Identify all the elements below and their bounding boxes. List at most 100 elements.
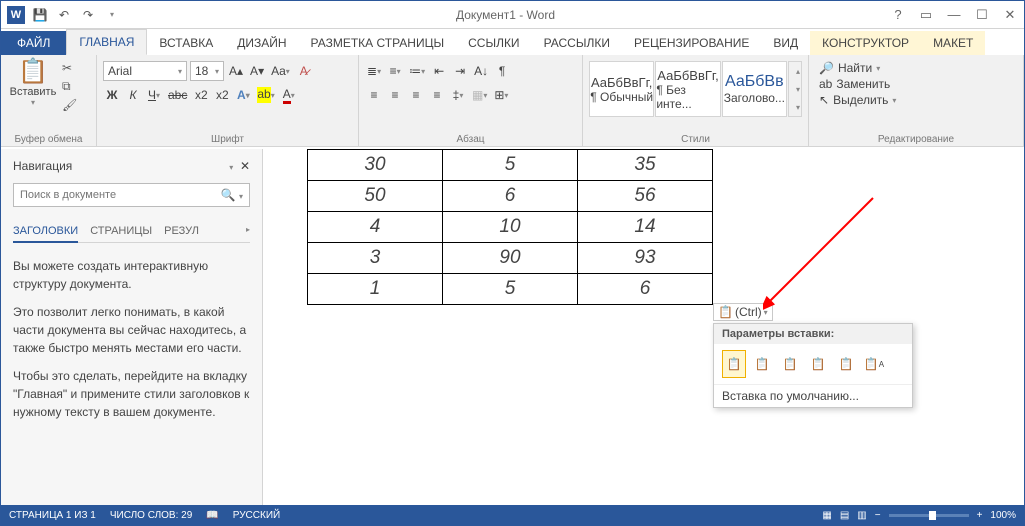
group-font: Arial▾ 18▾ A▴ A▾ Aa▾ A̷ Ж К Ч▾ abc x2 x2…	[97, 55, 359, 146]
find-button[interactable]: 🔎Найти▾	[819, 61, 1013, 75]
tab-constructor[interactable]: КОНСТРУКТОР	[810, 31, 921, 55]
document-area[interactable]: 30535 50656 41014 39093 156 📋 (Ctrl)▾ Па…	[263, 149, 1024, 505]
style-no-spacing[interactable]: АаБбВвГг,¶ Без инте...	[655, 61, 720, 117]
tab-design[interactable]: ДИЗАЙН	[225, 31, 298, 55]
shading-button[interactable]: ▦▾	[470, 85, 489, 105]
align-center-button[interactable]: ≡	[386, 85, 404, 105]
view-web-button[interactable]: ▥	[857, 510, 866, 521]
style-heading1[interactable]: АаБбВвЗаголово...	[722, 61, 787, 117]
tab-review[interactable]: РЕЦЕНЗИРОВАНИЕ	[622, 31, 761, 55]
copy-button[interactable]: ⧉	[62, 79, 77, 94]
nav-search[interactable]: 🔍 ▾	[13, 183, 250, 207]
nav-tabs-more[interactable]: ▸	[246, 225, 250, 234]
style-normal[interactable]: АаБбВвГг,¶ Обычный	[589, 61, 654, 117]
group-label: Абзац	[365, 133, 576, 146]
group-styles: АаБбВвГг,¶ Обычный АаБбВвГг,¶ Без инте..…	[583, 55, 809, 146]
app-icon[interactable]: W	[5, 4, 27, 26]
maximize-button[interactable]: ☐	[972, 7, 992, 23]
status-page[interactable]: СТРАНИЦА 1 ИЗ 1	[9, 510, 96, 521]
search-input[interactable]	[20, 189, 190, 201]
status-language[interactable]: РУССКИЙ	[233, 510, 280, 521]
tab-layout[interactable]: РАЗМЕТКА СТРАНИЦЫ	[299, 31, 457, 55]
tab-file[interactable]: ФАЙЛ	[1, 31, 66, 55]
justify-button[interactable]: ≡	[428, 85, 446, 105]
paste-keep-text[interactable]: 📋A	[862, 350, 886, 378]
align-left-button[interactable]: ≡	[365, 85, 383, 105]
view-read-button[interactable]: ▦	[822, 510, 831, 521]
close-button[interactable]: ✕	[1000, 7, 1020, 23]
decrease-indent-button[interactable]: ⇤	[430, 61, 448, 81]
minimize-button[interactable]: —	[944, 7, 964, 22]
group-editing: 🔎Найти▾ abЗаменить ↖Выделить▾ Редактиров…	[809, 55, 1024, 146]
nav-menu[interactable]: ▾	[229, 163, 233, 172]
bullets-button[interactable]: ≣▾	[365, 61, 383, 81]
italic-button[interactable]: К	[124, 85, 142, 105]
paste-button[interactable]: 📋 Вставить ▾	[7, 57, 59, 107]
clear-format-button[interactable]: A̷	[295, 61, 313, 81]
nav-tab-results[interactable]: РЕЗУЛ	[164, 221, 199, 242]
styles-up[interactable]: ▴	[789, 62, 807, 80]
zoom-in-button[interactable]: +	[977, 510, 983, 521]
paste-text-only[interactable]: 📋	[834, 350, 858, 378]
zoom-out-button[interactable]: −	[875, 510, 881, 521]
superscript-button[interactable]: x2	[213, 85, 231, 105]
numbering-button[interactable]: ≡▾	[386, 61, 404, 81]
data-table[interactable]: 30535 50656 41014 39093 156	[307, 149, 713, 305]
format-painter-button[interactable]: 🖌	[62, 98, 77, 112]
bold-button[interactable]: Ж	[103, 85, 121, 105]
text-effects-button[interactable]: A▾	[234, 85, 252, 105]
tab-home[interactable]: ГЛАВНАЯ	[66, 29, 147, 55]
cut-button[interactable]: ✂	[62, 61, 77, 75]
qat-customize[interactable]: ▾	[101, 4, 123, 26]
tab-insert[interactable]: ВСТАВКА	[147, 31, 225, 55]
paste-options-smarttag[interactable]: 📋 (Ctrl)▾	[713, 303, 773, 321]
font-size-select[interactable]: 18▾	[190, 61, 224, 81]
window-controls: ? ▭ — ☐ ✕	[888, 7, 1020, 23]
styles-more[interactable]: ▾	[789, 98, 807, 116]
subscript-button[interactable]: x2	[192, 85, 210, 105]
highlight-button[interactable]: ab▾	[255, 85, 276, 105]
strike-button[interactable]: abc	[166, 85, 189, 105]
styles-down[interactable]: ▾	[789, 80, 807, 98]
body-area: Навигация ▾ ✕ 🔍 ▾ ЗАГОЛОВКИ СТРАНИЦЫ РЕЗ…	[1, 149, 1024, 505]
ribbon-options-button[interactable]: ▭	[916, 7, 936, 23]
replace-button[interactable]: abЗаменить	[819, 77, 1013, 91]
help-button[interactable]: ?	[888, 7, 908, 22]
borders-button[interactable]: ⊞▾	[492, 85, 510, 105]
font-color-button[interactable]: A▾	[280, 85, 298, 105]
tab-references[interactable]: ССЫЛКИ	[456, 31, 531, 55]
tab-maket[interactable]: МАКЕТ	[921, 31, 985, 55]
undo-button[interactable]: ↶	[53, 4, 75, 26]
view-print-button[interactable]: ▤	[840, 510, 849, 521]
paste-default-link[interactable]: Вставка по умолчанию...	[714, 384, 912, 407]
change-case-button[interactable]: Aa▾	[269, 61, 292, 81]
nav-close[interactable]: ✕	[240, 159, 250, 173]
paste-keep-source[interactable]: 📋	[722, 350, 746, 378]
multilevel-button[interactable]: ≔▾	[407, 61, 427, 81]
nav-tab-pages[interactable]: СТРАНИЦЫ	[90, 221, 152, 242]
grow-font-button[interactable]: A▴	[227, 61, 245, 81]
font-name-select[interactable]: Arial▾	[103, 61, 187, 81]
search-icon[interactable]: 🔍 ▾	[221, 188, 243, 202]
select-button[interactable]: ↖Выделить▾	[819, 93, 1013, 107]
status-proofing-icon[interactable]: 📖	[206, 510, 218, 521]
group-paragraph: ≣▾ ≡▾ ≔▾ ⇤ ⇥ A↓ ¶ ≡ ≡ ≡ ≡ ‡▾ ▦▾ ⊞▾ Абзац	[359, 55, 583, 146]
tab-view[interactable]: ВИД	[761, 31, 810, 55]
sort-button[interactable]: A↓	[472, 61, 490, 81]
paste-picture[interactable]: 📋	[806, 350, 830, 378]
nav-tab-headings[interactable]: ЗАГОЛОВКИ	[13, 221, 78, 243]
paste-merge[interactable]: 📋	[750, 350, 774, 378]
paste-link[interactable]: 📋	[778, 350, 802, 378]
increase-indent-button[interactable]: ⇥	[451, 61, 469, 81]
shrink-font-button[interactable]: A▾	[248, 61, 266, 81]
save-button[interactable]: 💾	[29, 4, 51, 26]
tab-mailings[interactable]: РАССЫЛКИ	[532, 31, 622, 55]
align-right-button[interactable]: ≡	[407, 85, 425, 105]
zoom-slider[interactable]	[889, 514, 969, 517]
status-words[interactable]: ЧИСЛО СЛОВ: 29	[110, 510, 192, 521]
show-marks-button[interactable]: ¶	[493, 61, 511, 81]
underline-button[interactable]: Ч▾	[145, 85, 163, 105]
redo-button[interactable]: ↷	[77, 4, 99, 26]
zoom-level[interactable]: 100%	[990, 510, 1016, 521]
line-spacing-button[interactable]: ‡▾	[449, 85, 467, 105]
